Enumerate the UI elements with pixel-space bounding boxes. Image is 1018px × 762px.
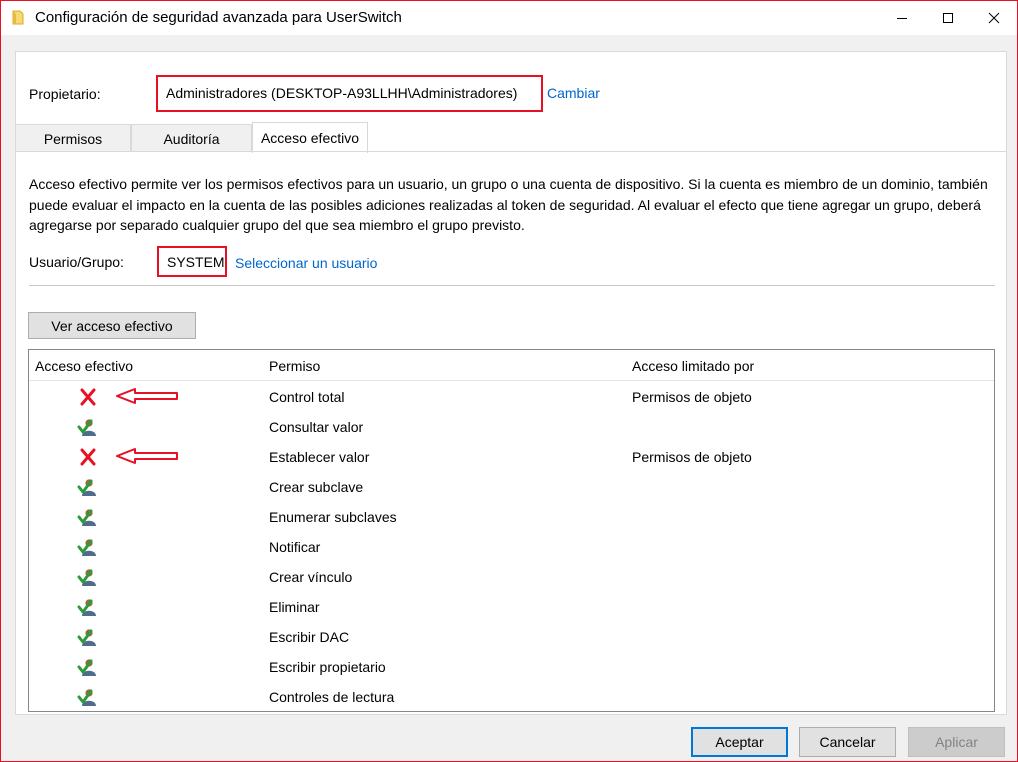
owner-label: Propietario: bbox=[29, 86, 101, 102]
permission-cell: Crear subclave bbox=[269, 479, 364, 495]
limited-by-cell: Permisos de objeto bbox=[632, 389, 752, 405]
view-effective-access-button[interactable]: Ver acceso efectivo bbox=[28, 312, 196, 339]
cancel-button[interactable]: Cancelar bbox=[799, 727, 896, 757]
owner-value: Administradores (DESKTOP-A93LLHH\Adminis… bbox=[166, 85, 518, 101]
tab-label: Acceso efectivo bbox=[260, 130, 360, 146]
permission-cell: Notificar bbox=[269, 539, 321, 555]
view-effective-access-label: Ver acceso efectivo bbox=[51, 317, 173, 334]
table-row[interactable]: Crear vínculo bbox=[29, 562, 994, 592]
permission-cell: Consultar valor bbox=[269, 419, 364, 435]
user-check-icon bbox=[77, 657, 99, 677]
permission-cell: Escribir DAC bbox=[269, 629, 350, 645]
user-check-icon bbox=[77, 537, 99, 557]
user-check-icon bbox=[77, 477, 99, 497]
table-row[interactable]: Control total Permisos de objeto bbox=[29, 382, 994, 412]
user-check-icon bbox=[77, 687, 99, 707]
limited-by-cell: Permisos de objeto bbox=[632, 449, 752, 465]
apply-label: Aplicar bbox=[935, 734, 978, 750]
table-row[interactable]: Enumerar subclaves bbox=[29, 502, 994, 532]
red-arrow-icon bbox=[115, 447, 179, 465]
permission-cell: Escribir propietario bbox=[269, 659, 386, 675]
user-check-icon bbox=[77, 627, 99, 647]
close-icon bbox=[988, 12, 1000, 24]
minimize-icon bbox=[897, 18, 907, 19]
permission-cell: Enumerar subclaves bbox=[269, 509, 397, 525]
tab-permisos[interactable]: Permisos bbox=[15, 124, 131, 152]
permission-cell: Eliminar bbox=[269, 599, 320, 615]
close-button[interactable] bbox=[971, 1, 1017, 35]
cancel-label: Cancelar bbox=[819, 734, 876, 750]
separator bbox=[29, 285, 995, 286]
user-check-icon bbox=[77, 597, 99, 617]
tab-strip: Permisos Auditoría Acceso efectivo bbox=[15, 122, 1007, 153]
user-check-icon bbox=[77, 417, 99, 437]
accept-button[interactable]: Aceptar bbox=[691, 727, 788, 757]
permission-cell: Controles de lectura bbox=[269, 689, 395, 705]
permission-cell: Crear vínculo bbox=[269, 569, 353, 585]
table-row[interactable]: Escribir DAC bbox=[29, 622, 994, 652]
user-group-value: SYSTEM bbox=[167, 254, 225, 270]
permission-cell: Establecer valor bbox=[269, 449, 370, 465]
tab-auditoria[interactable]: Auditoría bbox=[131, 124, 252, 152]
red-x-icon bbox=[77, 387, 99, 407]
tab-label: Auditoría bbox=[163, 130, 220, 147]
accept-label: Aceptar bbox=[715, 734, 764, 750]
title-bar[interactable]: Configuración de seguridad avanzada para… bbox=[1, 1, 1017, 35]
table-row[interactable]: Establecer valor Permisos de objeto bbox=[29, 442, 994, 472]
list-header: Acceso efectivo Permiso Acceso limitado … bbox=[29, 350, 994, 381]
maximize-button[interactable] bbox=[925, 1, 971, 35]
column-header-limited-by[interactable]: Acceso limitado por bbox=[632, 358, 754, 374]
table-row[interactable]: Eliminar bbox=[29, 592, 994, 622]
user-check-icon bbox=[77, 567, 99, 587]
user-group-label: Usuario/Grupo: bbox=[29, 254, 124, 270]
column-header-permission[interactable]: Permiso bbox=[269, 358, 320, 374]
table-row[interactable]: Consultar valor bbox=[29, 412, 994, 442]
security-dialog: Configuración de seguridad avanzada para… bbox=[0, 0, 1018, 762]
window-title: Configuración de seguridad avanzada para… bbox=[35, 9, 402, 26]
tab-label: Permisos bbox=[43, 130, 103, 147]
select-user-link[interactable]: Seleccionar un usuario bbox=[235, 255, 377, 271]
table-row[interactable]: Notificar bbox=[29, 532, 994, 562]
table-row[interactable]: Escribir propietario bbox=[29, 652, 994, 682]
tab-acceso-efectivo[interactable]: Acceso efectivo bbox=[252, 122, 368, 153]
user-check-icon bbox=[77, 507, 99, 527]
maximize-icon bbox=[943, 13, 953, 23]
minimize-button[interactable] bbox=[879, 1, 925, 35]
red-x-icon bbox=[77, 447, 99, 467]
description-text: Acceso efectivo permite ver los permisos… bbox=[29, 176, 988, 233]
change-owner-link[interactable]: Cambiar bbox=[547, 85, 600, 101]
table-row[interactable]: Crear subclave bbox=[29, 472, 994, 502]
tab-divider bbox=[15, 151, 1007, 152]
column-header-access[interactable]: Acceso efectivo bbox=[35, 358, 133, 374]
permission-cell: Control total bbox=[269, 389, 345, 405]
table-row[interactable]: Controles de lectura bbox=[29, 682, 994, 712]
red-arrow-icon bbox=[115, 387, 179, 405]
effective-access-list[interactable]: Acceso efectivo Permiso Acceso limitado … bbox=[28, 349, 995, 712]
apply-button[interactable]: Aplicar bbox=[908, 727, 1005, 757]
folder-icon bbox=[12, 10, 24, 25]
